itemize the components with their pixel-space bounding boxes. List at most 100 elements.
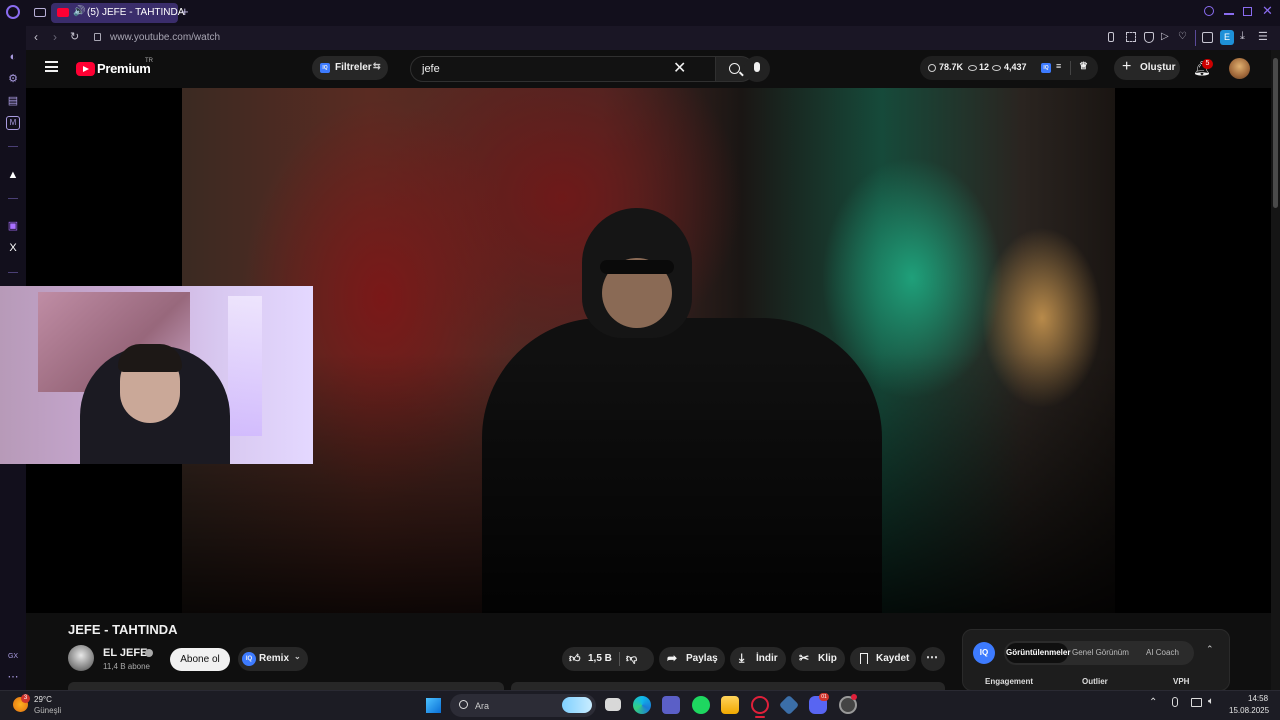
- file-explorer-icon[interactable]: [721, 696, 739, 714]
- channel-avatar[interactable]: [68, 645, 94, 671]
- url-field[interactable]: www.youtube.com/watch: [110, 32, 220, 43]
- webcam-light-shelf: [228, 296, 262, 436]
- menu-icon[interactable]: ☰: [1258, 30, 1268, 43]
- minimize-button[interactable]: [1224, 13, 1234, 15]
- search-input[interactable]: jefe: [422, 63, 440, 75]
- separator: [619, 652, 620, 666]
- restore-button[interactable]: [1243, 7, 1252, 16]
- vpn-shield-icon[interactable]: [1144, 32, 1154, 43]
- windows-start-icon[interactable]: [426, 698, 441, 713]
- pin-icon[interactable]: [1108, 32, 1114, 42]
- extensions-icon[interactable]: [1202, 32, 1213, 43]
- x-twitter-icon[interactable]: X: [6, 241, 20, 255]
- teams-icon[interactable]: [662, 696, 680, 714]
- weather-badge: 3: [21, 694, 30, 703]
- download-icon[interactable]: ⤓: [1240, 30, 1245, 43]
- video-frame[interactable]: [182, 88, 1115, 613]
- chevron-up-icon[interactable]: ⌃: [1206, 644, 1214, 655]
- more-actions-button[interactable]: ⋯: [921, 647, 945, 671]
- list-icon[interactable]: ≡: [1056, 61, 1061, 71]
- iq-badge-icon[interactable]: IQ: [1041, 63, 1051, 73]
- subscriber-count: 11,4 B abone: [103, 662, 151, 671]
- like-dislike-group: 👍︎ 1,5 B 👎︎: [562, 647, 654, 671]
- taskbar-search-box[interactable]: Ara: [450, 694, 596, 717]
- opera-gx-icon[interactable]: [751, 696, 769, 714]
- share-icon: ➦: [667, 651, 678, 665]
- user-avatar[interactable]: [1229, 58, 1250, 79]
- search-box[interactable]: jefe ✕: [410, 56, 716, 82]
- opera-logo-icon[interactable]: [6, 5, 20, 19]
- page-scrollbar[interactable]: [1271, 50, 1280, 690]
- edge-icon[interactable]: [633, 696, 651, 714]
- search-tabs-icon[interactable]: [1204, 6, 1214, 16]
- video-title: JEFE - TAHTINDA: [68, 622, 178, 637]
- chevron-down-icon: ⌄: [294, 652, 301, 661]
- channel-name[interactable]: EL JEFE: [103, 647, 147, 659]
- voice-search-button[interactable]: [744, 56, 770, 82]
- twitch-icon[interactable]: ▣: [6, 219, 20, 233]
- clock-date[interactable]: 15.08.2025: [1229, 706, 1269, 715]
- wallet-icon[interactable]: ▤: [6, 94, 20, 108]
- tab-switcher-icon[interactable]: [34, 8, 46, 17]
- display-tray-icon[interactable]: [1191, 698, 1202, 707]
- volume-icon[interactable]: 🔈︎: [1208, 696, 1214, 707]
- filters-label: Filtreler: [335, 62, 372, 73]
- iq-analytics-panel: IQ Görüntülenmeler Genel Görünüm AI Coac…: [962, 629, 1230, 691]
- views-icon: [992, 65, 1001, 71]
- new-tab-button[interactable]: +: [181, 4, 189, 19]
- youtube-premium-logo-text[interactable]: Premium: [97, 61, 151, 76]
- snapshot-icon[interactable]: [1126, 32, 1136, 42]
- tab-youtube-active[interactable]: 🔊 (5) JEFE - TAHTINDA: [51, 3, 184, 23]
- filters-button[interactable]: IQ Filtreler ⇆: [312, 56, 388, 80]
- sidebar-gx-label[interactable]: GX: [6, 650, 20, 664]
- trophy-icon[interactable]: ♕: [1079, 61, 1088, 72]
- iq-logo: IQ: [973, 642, 995, 664]
- hamburger-menu-icon[interactable]: [45, 61, 58, 72]
- heart-icon[interactable]: ♡: [1178, 31, 1187, 42]
- gx-control-icon[interactable]: ⚙: [6, 72, 20, 86]
- chevron-up-icon[interactable]: ⌃: [1149, 697, 1157, 708]
- create-button[interactable]: + Oluştur: [1114, 56, 1180, 80]
- save-button[interactable]: Kaydet: [850, 647, 916, 671]
- microphone-tray-icon[interactable]: [1172, 697, 1178, 707]
- weather-description: Güneşli: [34, 706, 62, 715]
- close-window-button[interactable]: ✕: [1262, 3, 1273, 19]
- download-label: İndir: [756, 653, 778, 664]
- iq-badge-icon: IQ: [242, 652, 256, 666]
- youtube-favicon-icon: [57, 8, 69, 17]
- dislike-button[interactable]: 👎︎: [626, 652, 637, 665]
- search-icon-handle: [739, 71, 744, 77]
- separator: [1070, 61, 1071, 75]
- back-button[interactable]: ‹: [34, 30, 38, 44]
- download-button[interactable]: ⤓ İndir: [730, 647, 786, 671]
- clock-time[interactable]: 14:58: [1248, 694, 1268, 703]
- clock-icon: [928, 64, 936, 72]
- messenger-icon[interactable]: M: [6, 116, 20, 130]
- forward-button[interactable]: ›: [53, 30, 57, 44]
- reload-button[interactable]: ↻: [70, 30, 79, 43]
- search-icon: [459, 700, 468, 709]
- task-view-icon[interactable]: [605, 698, 621, 711]
- scrollbar-thumb[interactable]: [1273, 58, 1278, 208]
- audio-playing-icon[interactable]: 🔊: [73, 6, 85, 17]
- more-icon[interactable]: ⋯: [6, 670, 20, 684]
- clip-button[interactable]: ✂ Klip: [791, 647, 845, 671]
- description-bar-left: [68, 682, 504, 690]
- extension-e-badge[interactable]: E: [1220, 30, 1234, 45]
- share-button[interactable]: ➦ Paylaş: [659, 647, 725, 671]
- aria-ai-icon[interactable]: ◐: [6, 50, 20, 64]
- spotify-icon[interactable]: [692, 696, 710, 714]
- iq-tab-ai-coach[interactable]: AI Coach: [1146, 648, 1179, 657]
- weather-temperature[interactable]: 29°C: [34, 695, 52, 704]
- subscribe-button[interactable]: Abone ol: [170, 648, 230, 671]
- video-person-sunglasses: [600, 260, 674, 274]
- iq-tab-overview[interactable]: Genel Görünüm: [1072, 648, 1129, 657]
- iq-tab-views[interactable]: Görüntülenmeler: [1006, 648, 1070, 657]
- youtube-logo-icon[interactable]: [76, 62, 95, 76]
- clear-search-icon[interactable]: ✕: [673, 58, 686, 78]
- like-button[interactable]: 👍︎ 1,5 B: [562, 647, 618, 671]
- remix-button[interactable]: IQ Remix ⌄: [238, 647, 308, 671]
- arc-app-icon[interactable]: ▲: [6, 168, 20, 182]
- play-icon[interactable]: ▷: [1161, 31, 1169, 42]
- iq-col-outlier: Outlier: [1082, 677, 1108, 686]
